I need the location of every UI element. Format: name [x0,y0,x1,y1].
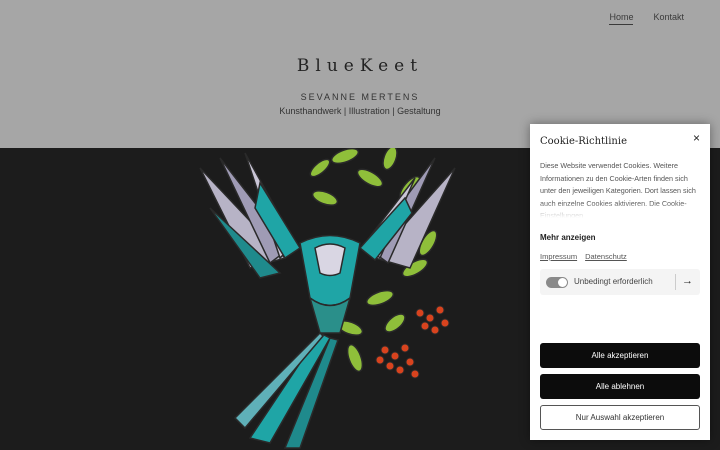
cookie-dialog: Cookie-Richtlinie × Diese Website verwen… [530,124,710,440]
nav-home-link[interactable]: Home [609,12,634,25]
impressum-link[interactable]: Impressum [540,252,577,261]
necessary-toggle[interactable] [546,277,568,288]
show-more-link[interactable]: Mehr anzeigen [540,233,596,242]
category-divider [675,274,676,290]
close-icon[interactable]: × [693,132,700,144]
accept-selection-button[interactable]: Nur Auswahl akzeptieren [540,405,700,430]
cookie-dialog-title: Cookie-Richtlinie [540,136,627,147]
nav-contact-link[interactable]: Kontakt [653,12,684,25]
category-label: Unbedingt erforderlich [574,277,653,286]
text-fade [540,202,700,218]
datenschutz-link[interactable]: Datenschutz [585,252,627,261]
cookie-category-necessary: Unbedingt erforderlich → [540,269,700,295]
stained-glass-bird-image [199,148,456,449]
cookie-links: Impressum Datenschutz [540,252,627,261]
toggle-knob [558,278,567,287]
site-title[interactable]: BlueKeet [0,56,720,76]
site-tagline: Kunsthandwerk | Illustration | Gestaltun… [279,106,441,116]
reject-all-button[interactable]: Alle ablehnen [540,374,700,399]
accept-all-button[interactable]: Alle akzeptieren [540,343,700,368]
cookie-description: Diese Website verwendet Cookies. Weitere… [540,160,700,218]
arrow-right-icon[interactable]: → [682,275,693,287]
main-nav: Home Kontakt [609,12,684,25]
site-subtitle: SEVANNE MERTENS [300,92,420,102]
